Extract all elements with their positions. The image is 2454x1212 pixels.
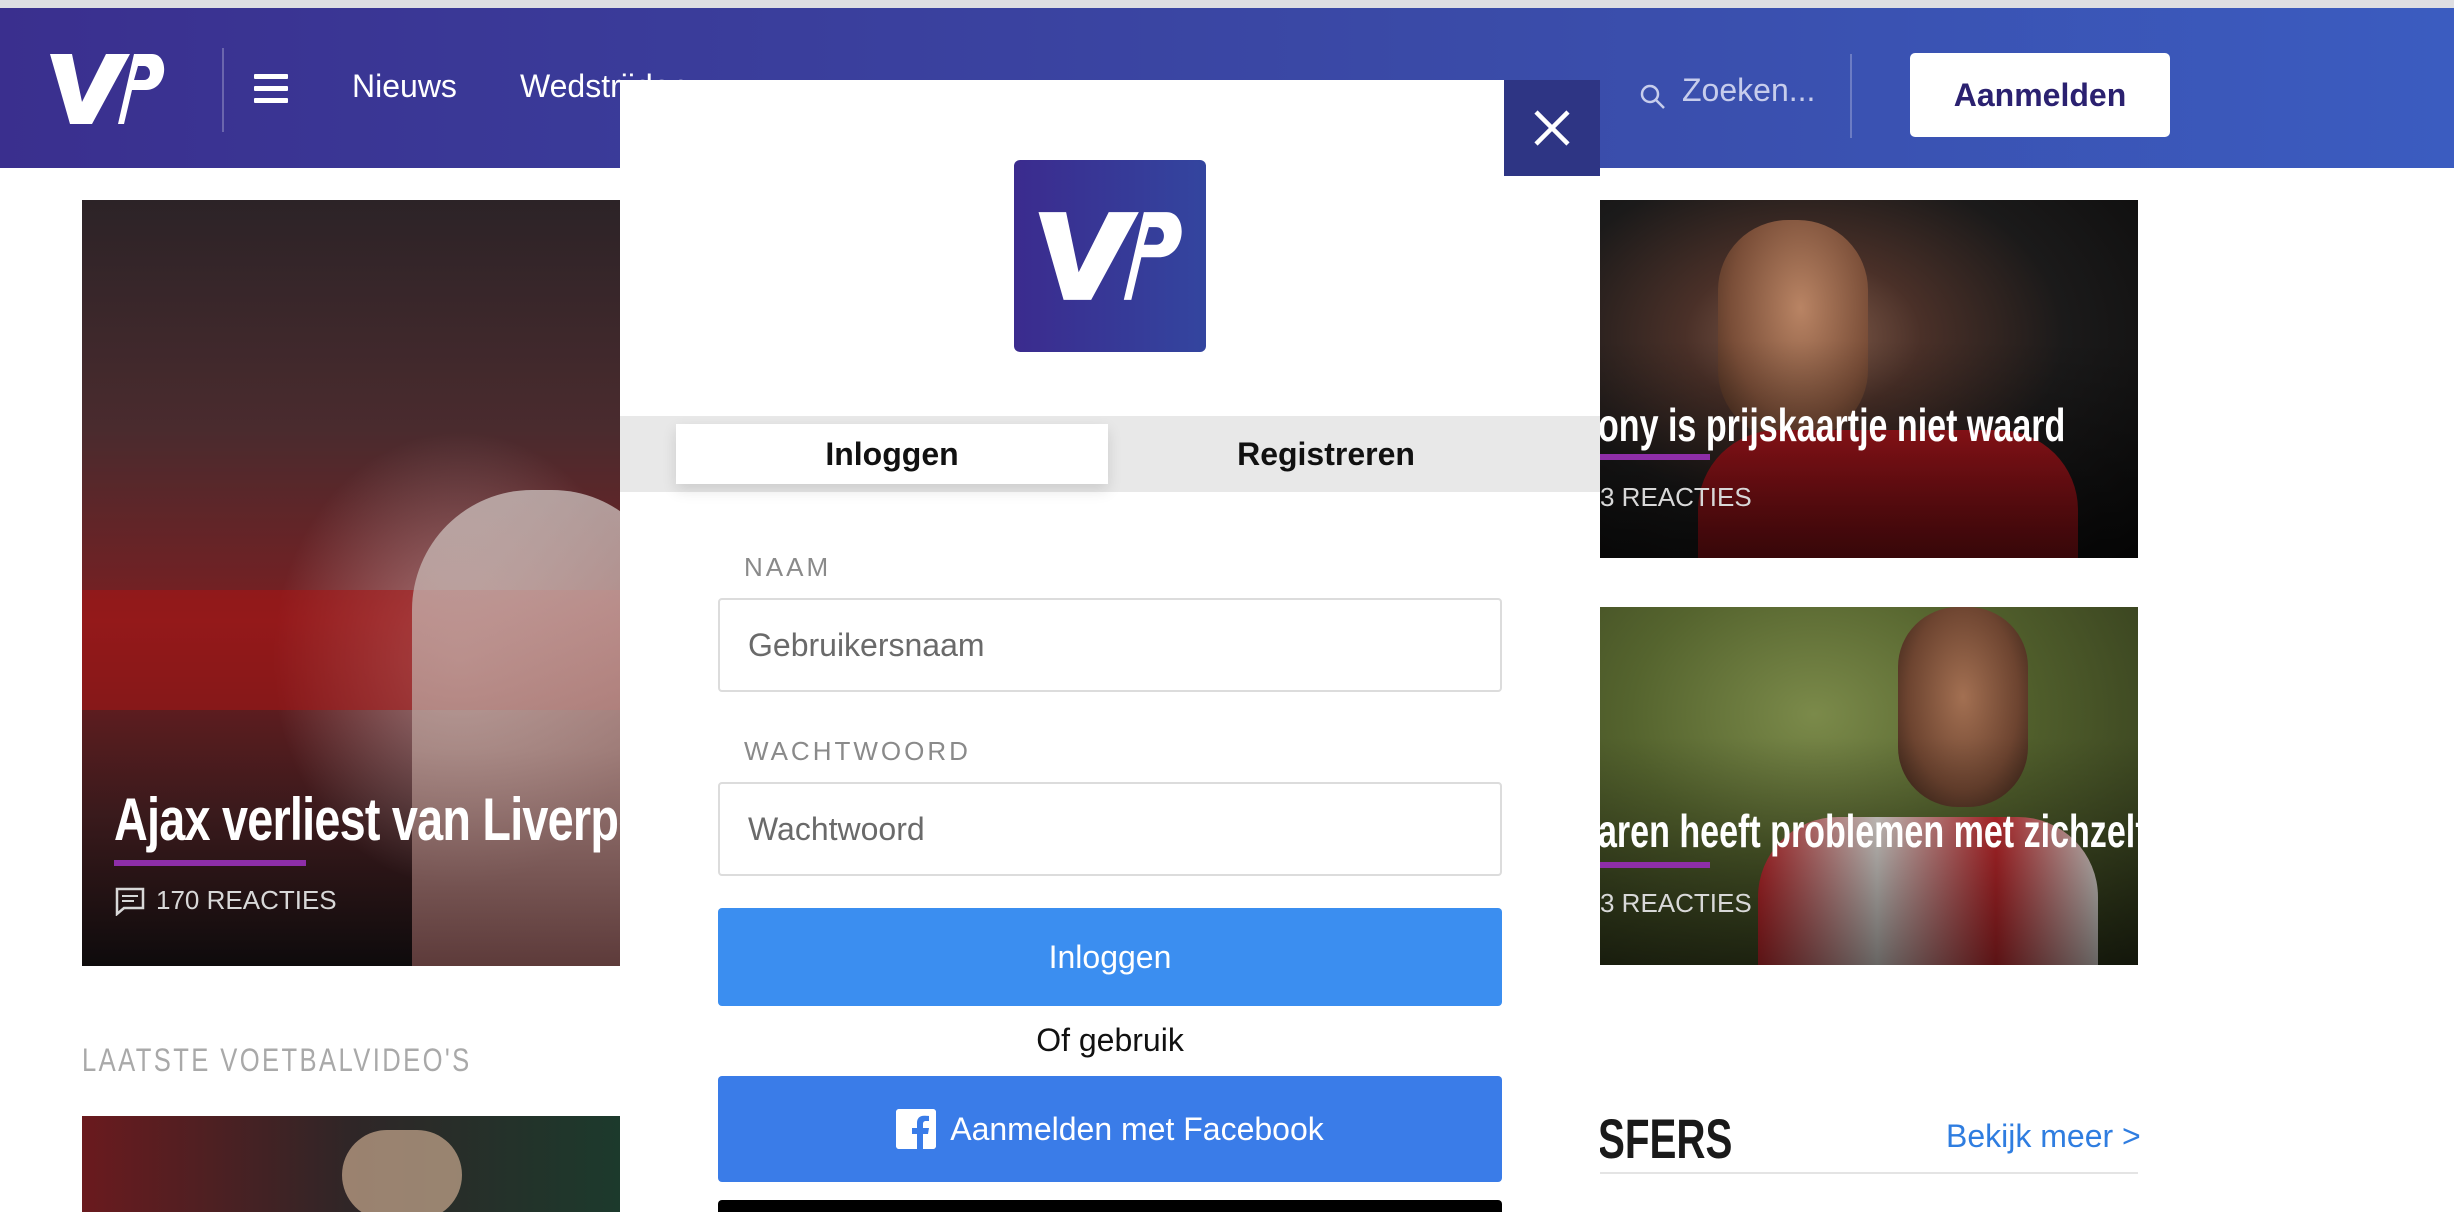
article-title-antony[interactable]: ony is prijskaartje niet waard — [1598, 398, 2065, 452]
header-divider — [222, 48, 224, 132]
browser-top-strip — [0, 0, 2454, 8]
videos-section-title: LAATSTE VOETBALVIDEO'S — [82, 1042, 472, 1078]
or-use-text: Of gebruik — [1036, 1022, 1184, 1058]
facebook-login-button[interactable]: Aanmelden met Facebook — [718, 1076, 1502, 1182]
password-label: WACHTWOORD — [744, 736, 971, 766]
hamburger-icon[interactable] — [254, 74, 288, 104]
video-thumbnail[interactable] — [82, 1116, 622, 1212]
name-label: NAAM — [744, 552, 832, 582]
tab-registreren[interactable]: Registreren — [1108, 424, 1544, 484]
apple-login-button[interactable] — [718, 1200, 1502, 1212]
vp-logo[interactable] — [48, 50, 166, 128]
comment-icon — [115, 887, 145, 916]
password-field[interactable] — [718, 782, 1502, 876]
facebook-login-label: Aanmelden met Facebook — [950, 1110, 1324, 1147]
modal-vp-logo — [1014, 160, 1206, 352]
article-image — [412, 490, 622, 966]
facebook-icon — [896, 1109, 937, 1149]
header-divider-right — [1850, 54, 1852, 138]
nav-item-nieuws[interactable]: Nieuws — [352, 68, 457, 105]
comment-count-mazraoui[interactable]: 3 REACTIES — [1600, 888, 1752, 919]
comment-count-antony[interactable]: 3 REACTIES — [1600, 482, 1752, 513]
username-field[interactable] — [718, 598, 1502, 692]
transfers-section-title: SFERS — [1598, 1107, 1733, 1170]
auth-tabs: Inloggen Registreren — [620, 416, 1600, 492]
search-icon[interactable] — [1638, 82, 1668, 112]
comment-count[interactable]: 170 REACTIES — [114, 885, 337, 916]
search-input[interactable] — [1682, 68, 1882, 112]
article-card-main[interactable]: Ajax verliest van Liverpool 170 REACTIES — [82, 200, 622, 966]
title-underline — [1598, 454, 1710, 460]
title-underline — [1598, 862, 1710, 868]
transfers-more-link[interactable]: Bekijk meer > — [1946, 1118, 2141, 1155]
title-underline — [114, 860, 306, 866]
close-modal-button[interactable] — [1504, 80, 1600, 176]
section-divider — [1598, 1172, 2138, 1174]
article-title-mazraoui[interactable]: aren heeft problemen met zichzelf — [1598, 804, 2147, 858]
vp-logo — [1038, 212, 1182, 300]
article-title[interactable]: Ajax verliest van Liverpool — [114, 785, 622, 854]
tab-inloggen[interactable]: Inloggen — [676, 424, 1108, 484]
close-icon — [1534, 110, 1570, 146]
comment-count-text: 170 REACTIES — [156, 885, 337, 915]
header-login-button[interactable]: Aanmelden — [1910, 53, 2170, 137]
submit-login-button[interactable]: Inloggen — [718, 908, 1502, 1006]
